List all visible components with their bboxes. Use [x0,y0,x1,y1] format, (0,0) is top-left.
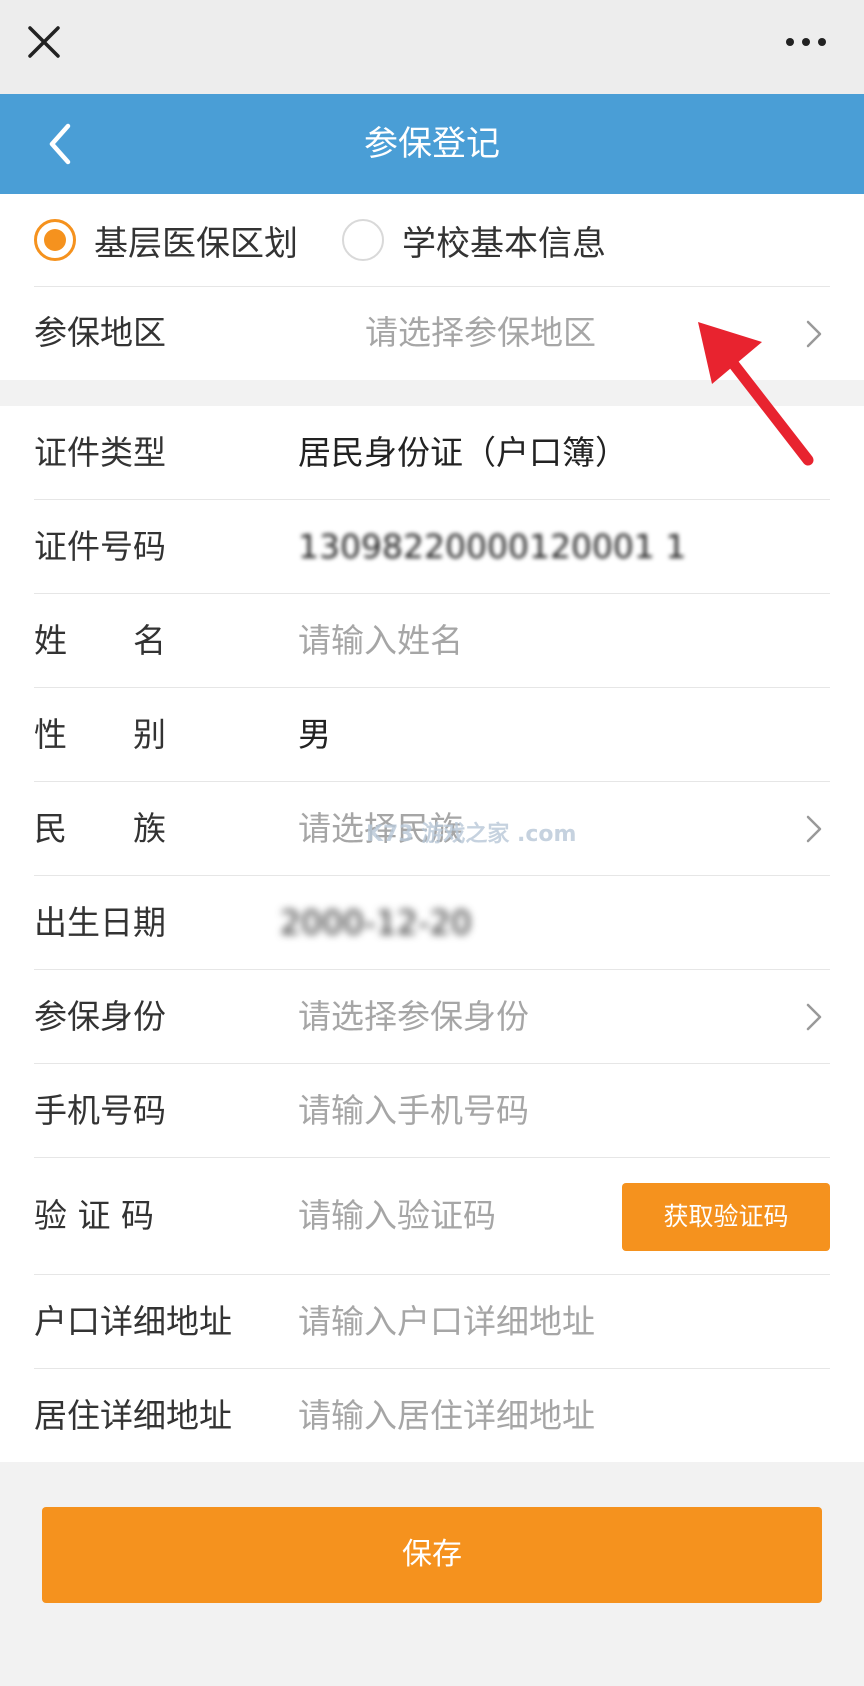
residence-address-row: 居住详细地址 请输入居住详细地址 [0,1369,864,1463]
id-number-row: 证件号码 13098220000120001 1 [0,500,864,594]
gender-value: 男 [298,715,331,754]
region-type-radio-group: 基层医保区划 学校基本信息 [0,194,864,286]
get-verify-code-button[interactable]: 获取验证码 [622,1183,830,1251]
birth-date-value: 2000-12-20 [280,903,472,942]
close-icon[interactable] [20,18,68,66]
id-number-label: 证件号码 [34,527,166,566]
residence-address-label: 居住详细地址 [34,1396,232,1435]
chevron-right-icon [806,815,822,843]
nav-bar: 参保登记 [0,94,864,194]
radio-unchecked-icon[interactable] [342,219,384,261]
region-label: 参保地区 [34,313,166,352]
residence-address-input[interactable]: 请输入居住详细地址 [298,1369,595,1463]
phone-label: 手机号码 [34,1091,166,1130]
id-type-value: 居民身份证（户口簿） [298,433,628,472]
insured-identity-label: 参保身份 [34,997,166,1036]
top-bar [0,0,864,94]
region-select[interactable]: 请选择参保地区 [365,287,596,379]
id-number-text: 13098220000120001 1 [298,527,687,566]
hukou-address-row: 户口详细地址 请输入户口详细地址 [0,1275,864,1369]
chevron-right-icon [806,1003,822,1031]
verify-code-label: 验 证 码 [34,1196,154,1235]
verify-code-row: 验 证 码 请输入验证码 获取验证码 [0,1158,864,1274]
chevron-left-icon[interactable] [38,114,88,174]
more-icon[interactable] [776,22,836,62]
radio-label: 学校基本信息 [402,223,606,264]
insured-identity-row[interactable]: 参保身份 请选择参保身份 [0,970,864,1064]
verify-code-input[interactable]: 请输入验证码 [298,1158,496,1274]
radio-label: 基层医保区划 [94,223,298,264]
hukou-address-input[interactable]: 请输入户口详细地址 [298,1275,595,1369]
page-title: 参保登记 [364,124,500,164]
watermark: K73 游戏之家 .com [366,822,577,847]
gender-row: 性 别 男 [0,688,864,782]
birth-date-label: 出生日期 [34,903,166,942]
section-gap [0,380,864,406]
radio-option-grassroots[interactable]: 基层医保区划 [34,194,298,286]
birth-date-row: 出生日期 2000-12-20 [0,876,864,970]
region-select-row[interactable]: 参保地区 请选择参保地区 [0,287,864,379]
name-input[interactable]: 请输入姓名 [298,594,463,688]
chevron-right-icon [806,320,822,348]
radio-checked-icon[interactable] [34,219,76,261]
gender-label: 性 别 [34,715,166,754]
phone-input[interactable]: 请输入手机号码 [298,1064,529,1158]
id-type-label: 证件类型 [34,433,166,472]
hukou-address-label: 户口详细地址 [34,1302,232,1341]
ethnicity-label: 民 族 [34,809,166,848]
phone-row: 手机号码 请输入手机号码 [0,1064,864,1158]
save-button[interactable]: 保存 [42,1507,822,1603]
insured-identity-select[interactable]: 请选择参保身份 [298,970,529,1064]
id-type-row: 证件类型 居民身份证（户口簿） [0,406,864,500]
radio-option-school[interactable]: 学校基本信息 [342,194,606,286]
name-row: 姓 名 请输入姓名 [0,594,864,688]
name-label: 姓 名 [34,621,166,660]
id-number-value: 13098220000120001 1 [298,500,686,594]
